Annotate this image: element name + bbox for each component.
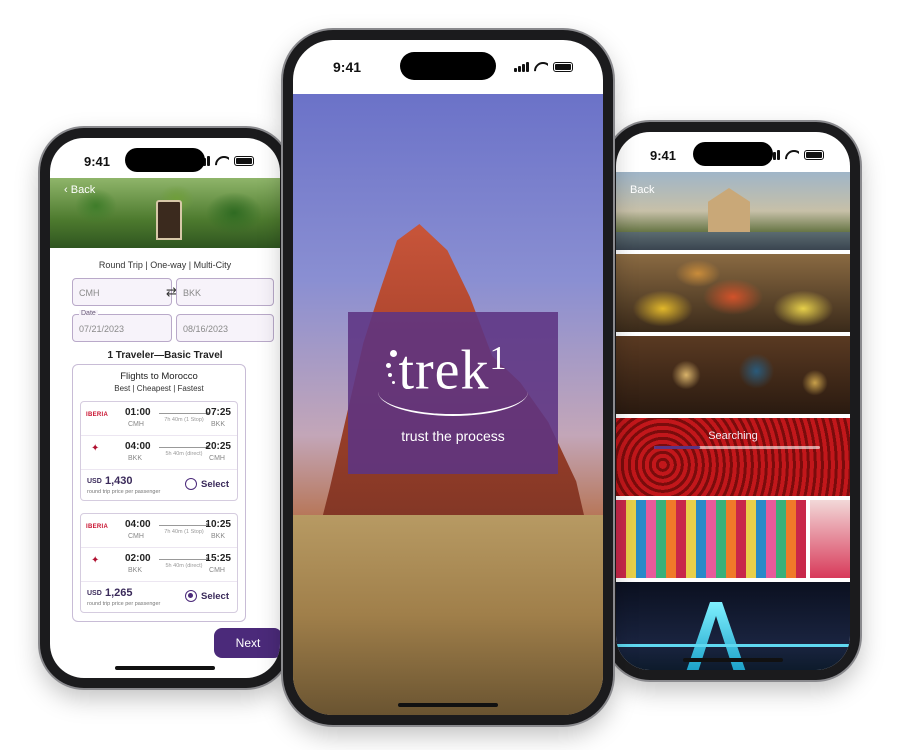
phone-booking: 9:41 ‹ Back Round Trip | One-way | Multi… (40, 128, 290, 688)
iberia-logo: IBERIA (86, 524, 109, 530)
status-time: 9:41 (650, 147, 677, 163)
iberia-logo: IBERIA (86, 412, 109, 418)
logo-number: 1 (489, 339, 508, 377)
bridge-night-image[interactable] (616, 582, 850, 670)
royal-air-maroc-logo: ✦ (91, 443, 100, 454)
origin-field[interactable]: CMH (72, 278, 172, 306)
booking-screen: 9:41 ‹ Back Round Trip | One-way | Multi… (50, 138, 280, 678)
signal-icon (514, 62, 529, 72)
back-button[interactable]: ‹ Back (64, 184, 95, 196)
phone-gallery: 9:41 Back Searching (606, 122, 860, 680)
arrow-icon (159, 445, 210, 449)
wifi-icon (215, 156, 229, 166)
dynamic-island (400, 52, 496, 80)
price: 1,265 (105, 587, 133, 599)
royal-air-maroc-logo: ✦ (91, 555, 100, 566)
home-indicator[interactable] (115, 666, 215, 670)
battery-icon (234, 156, 254, 166)
date-label: Date (79, 310, 98, 317)
spice-market-image[interactable] (616, 254, 850, 332)
price-row: USD 1,430 round trip price per passenger… (87, 475, 229, 495)
flight-results: Flights to Morocco Best | Cheapest | Fas… (72, 364, 246, 622)
results-title: Flights to Morocco (120, 371, 198, 382)
tagline: trust the process (401, 428, 505, 445)
flight-leg: ✦ 02:00 BKK 5h 40m (direct) 15:25 CMH (81, 548, 237, 582)
battery-icon (553, 62, 573, 72)
arrow-icon (159, 557, 210, 561)
travelers-summary[interactable]: 1 Traveler—Basic Travel (50, 350, 280, 361)
battery-icon (804, 150, 824, 160)
phone-splash: 9:41 trek1 trust the process (283, 30, 613, 725)
trip-type-selector[interactable]: Round Trip | One-way | Multi-City (50, 260, 280, 270)
splash-screen: 9:41 trek1 trust the process (293, 40, 603, 715)
home-indicator[interactable] (683, 658, 783, 662)
return-date-field[interactable]: 08/16/2023 (176, 314, 274, 342)
destination-field[interactable]: BKK (176, 278, 274, 306)
status-time: 9:41 (333, 59, 362, 75)
arrow-icon (159, 411, 210, 415)
depart-date-field[interactable]: Date 07/21/2023 (72, 310, 172, 342)
dynamic-island (125, 148, 205, 172)
wifi-icon (785, 150, 799, 160)
flight-option-2[interactable]: IBERIA 04:00 CMH 7h 40m (1 Stop) 10:25 B… (80, 513, 238, 613)
trek1-logo: trek1 trust the process (348, 312, 558, 474)
logo-dots-icon (384, 349, 398, 390)
dynamic-island (693, 142, 773, 166)
select-button[interactable]: Select (185, 478, 229, 490)
price: 1,430 (105, 475, 133, 487)
status-time: 9:41 (84, 153, 111, 169)
radio-icon (185, 478, 197, 490)
next-button[interactable]: Next (214, 628, 280, 658)
select-button[interactable]: Select (185, 590, 229, 602)
flight-leg: IBERIA 04:00 CMH 7h 40m (1 Stop) 10:25 B… (81, 514, 237, 548)
search-progress-bar (654, 446, 820, 449)
arrow-icon (159, 523, 210, 527)
slippers-image[interactable] (616, 500, 850, 578)
wifi-icon (534, 62, 548, 72)
moroccan-food-image[interactable] (616, 336, 850, 414)
flight-leg: ✦ 04:00 BKK 5h 40m (direct) 20:25 CMH (81, 436, 237, 470)
home-indicator[interactable] (398, 703, 498, 707)
price-row: USD 1,265 round trip price per passenger… (87, 587, 229, 607)
beads-image[interactable]: Searching (616, 418, 850, 496)
flight-option-1[interactable]: IBERIA 01:00 CMH 7h 40m (1 Stop) 07:25 B… (80, 401, 238, 501)
gallery-screen: 9:41 Back Searching (616, 132, 850, 670)
logo-text: trek (398, 339, 490, 402)
flight-leg: IBERIA 01:00 CMH 7h 40m (1 Stop) 07:25 B… (81, 402, 237, 436)
back-button[interactable]: Back (630, 184, 654, 196)
searching-label: Searching (708, 430, 758, 442)
radio-selected-icon (185, 590, 197, 602)
results-sort-options[interactable]: Best | Cheapest | Fastest (73, 384, 245, 393)
